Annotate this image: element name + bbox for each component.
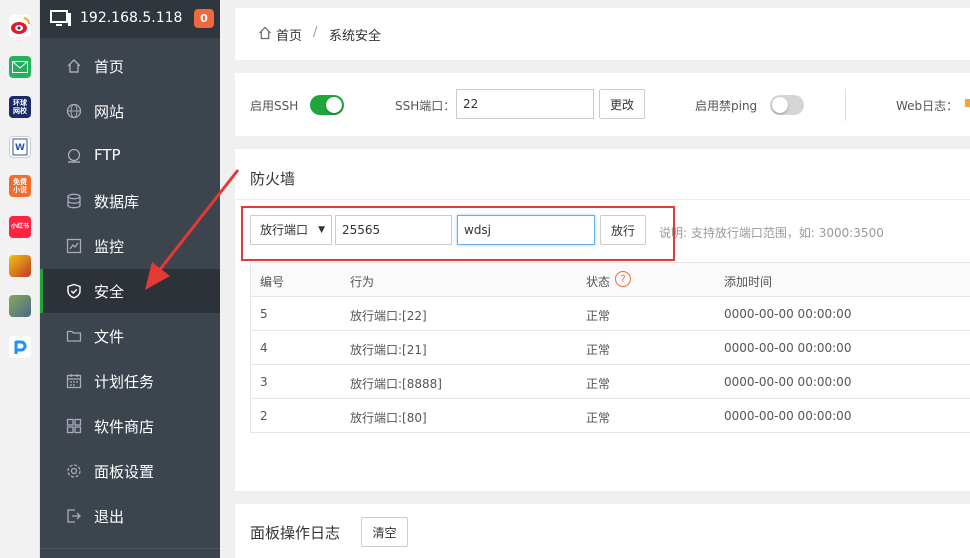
table-row: 2 放行端口:[80] 正常 0000-00-00 00:00:00 [250,399,970,433]
p-app-icon[interactable] [9,336,31,358]
firewall-title: 防火墙 [250,170,296,188]
sidebar-item-store[interactable]: 软件商店 [40,404,220,448]
annotation-highlight-box [241,206,675,261]
table-row: 3 放行端口:[8888] 正常 0000-00-00 00:00:00 [250,365,970,399]
breadcrumb-separator: / [313,25,318,40]
sidebar-divider [40,548,220,549]
firewall-panel: 防火墙 放行端口 ▼ 25565 wdsj 放行 说明: 支持放行端口范围，如:… [235,149,970,491]
shield-icon [66,283,82,299]
operation-log-panel: 面板操作日志 清空 [235,504,970,558]
word-doc-icon[interactable]: W [9,136,31,158]
ssh-toggle[interactable] [310,95,344,115]
table-row: 4 放行端口:[21] 正常 0000-00-00 00:00:00 [250,331,970,365]
monitor-icon [50,10,72,28]
svg-text:W: W [15,143,25,153]
apps-icon [66,418,82,434]
sidebar-item-database[interactable]: 数据库 [40,179,220,223]
ssh-label: 启用SSH [250,99,299,113]
sidebar-item-monitor[interactable]: 监控 [40,224,220,268]
sidebar-item-logout[interactable]: 退出 [40,494,220,538]
app-strip: 环球 网校 W 免费 小说 小红书 [0,0,40,558]
server-header: 192.168.5.118 0 [40,0,220,38]
ping-toggle[interactable] [770,95,804,115]
novel-app-icon[interactable]: 免费 小说 [9,175,31,197]
calendar-icon [66,373,82,389]
settings-divider [845,89,846,121]
sidebar-item-panel-settings[interactable]: 面板设置 [40,449,220,493]
news-app-icon[interactable]: 环球 网校 [9,96,31,118]
breadcrumb-current: 系统安全 [329,29,382,44]
firewall-title-divider [235,199,970,200]
ping-label: 启用禁ping [695,99,758,113]
warning-icon [965,99,970,107]
sidebar-item-website[interactable]: 网站 [40,89,220,133]
logout-icon [66,508,82,524]
sidebar-item-security[interactable]: 安全 [40,269,220,313]
change-port-button[interactable]: 更改 [599,89,645,119]
port-range-note: 说明: 支持放行端口范围，如: 3000:3500 [659,226,884,240]
home-icon[interactable] [258,26,272,40]
ssh-port-input[interactable]: 22 [456,89,594,119]
weibo-icon[interactable] [9,15,31,37]
sidebar: 192.168.5.118 0 首页 网站 FTP 数据库 监控 安全 文件 计… [40,0,220,558]
breadcrumb-home[interactable]: 首页 [276,25,302,44]
table-header: 编号 行为 状态 ? 添加时间 [250,263,970,297]
sidebar-item-cron[interactable]: 计划任务 [40,359,220,403]
mail-icon[interactable] [9,56,31,78]
notification-badge[interactable]: 0 [194,9,214,28]
ftp-icon [66,148,82,164]
server-ip: 192.168.5.118 [80,10,183,26]
clear-log-button[interactable]: 清空 [361,517,408,547]
game2-app-icon[interactable] [9,295,31,317]
home-icon [66,58,82,74]
weblog-label: Web日志： [896,99,959,113]
folder-icon [66,328,82,344]
sidebar-item-files[interactable]: 文件 [40,314,220,358]
globe-icon [66,103,82,119]
game-app-icon[interactable] [9,255,31,277]
xiaohongshu-icon[interactable]: 小红书 [9,216,31,238]
settings-icon [66,463,82,479]
firewall-table: 编号 行为 状态 ? 添加时间 5 放行端口:[22] 正常 0000-00-0… [250,262,970,433]
table-row: 5 放行端口:[22] 正常 0000-00-00 00:00:00 [250,297,970,331]
monitor-chart-icon [66,238,82,254]
operation-log-title: 面板操作日志 [250,524,341,542]
breadcrumb: 首页 / 系统安全 [235,8,970,60]
database-icon [66,193,82,209]
ssh-port-label: SSH端口： [395,99,456,113]
sidebar-item-home[interactable]: 首页 [40,44,220,88]
security-settings: 启用SSH SSH端口： 22 更改 启用禁ping Web日志： [235,73,970,136]
sidebar-item-ftp[interactable]: FTP [40,134,220,178]
help-icon[interactable]: ? [615,271,631,287]
